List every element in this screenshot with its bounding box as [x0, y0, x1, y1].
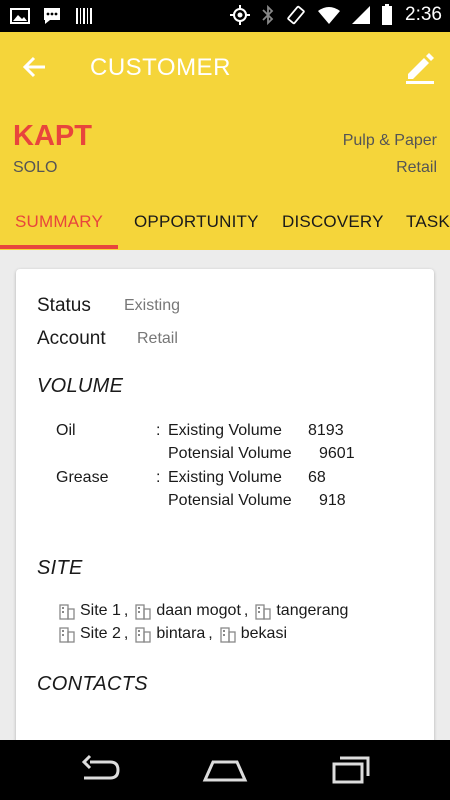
chat-icon [44, 8, 60, 24]
potential-volume-value: 918 [319, 492, 346, 509]
barcode-icon [76, 8, 92, 24]
rotate-icon [287, 5, 305, 25]
app-bar: CUSTOMER [0, 32, 450, 102]
customer-segment: Retail [396, 159, 437, 176]
volume-separator: : [156, 422, 161, 439]
volume-product: Oil [56, 422, 76, 439]
site-row[interactable]: Site 2, bintara, bekasi [58, 625, 287, 643]
battery-icon [382, 4, 393, 25]
status-value: Existing [124, 297, 181, 314]
building-icon [255, 604, 271, 620]
volume-product: Grease [56, 469, 109, 486]
signal-icon [352, 6, 371, 24]
existing-volume-label: Existing Volume [168, 469, 282, 486]
potential-volume-label: Potensial Volume [168, 492, 292, 509]
building-icon [220, 627, 236, 643]
site-name: Site 1 [80, 602, 121, 619]
summary-card: Status Existing Account Retail VOLUME Oi… [16, 269, 434, 740]
volume-separator: : [156, 469, 161, 486]
home-nav-icon[interactable] [201, 754, 249, 786]
existing-volume-value: 8193 [308, 422, 344, 439]
tab-summary[interactable]: SUMMARY [15, 212, 103, 232]
site-address: bintara [156, 625, 206, 642]
tab-opportunity[interactable]: OPPORTUNITY [134, 212, 259, 232]
page-title: CUSTOMER [90, 54, 231, 81]
site-city: tangerang [276, 602, 349, 619]
back-nav-icon[interactable] [76, 754, 124, 786]
contacts-section-title: CONTACTS [37, 673, 148, 695]
status-time: 2:36 [405, 4, 442, 25]
existing-volume-value: 68 [308, 469, 326, 486]
image-icon [10, 8, 30, 24]
recents-nav-icon[interactable] [328, 754, 376, 786]
site-city: bekasi [240, 625, 287, 642]
site-name: Site 2 [80, 625, 121, 642]
existing-volume-label: Existing Volume [168, 422, 282, 439]
potential-volume-value: 9601 [319, 445, 355, 462]
volume-section-title: VOLUME [37, 375, 124, 397]
gps-icon [230, 5, 251, 25]
status-label: Status [37, 295, 91, 316]
wifi-icon [318, 7, 341, 24]
tab-discovery[interactable]: DISCOVERY [282, 212, 384, 232]
account-value: Retail [137, 330, 178, 347]
bluetooth-icon [262, 4, 274, 26]
building-icon [59, 604, 75, 620]
back-arrow-icon[interactable] [20, 52, 50, 82]
edit-pencil-icon[interactable] [402, 50, 436, 84]
summary-content[interactable]: Status Existing Account Retail VOLUME Oi… [0, 250, 450, 740]
site-address: daan mogot [156, 602, 241, 619]
customer-city: SOLO [13, 159, 58, 176]
customer-industry: Pulp & Paper [342, 132, 437, 149]
navigation-bar [0, 740, 450, 800]
status-bar: 2:36 [0, 0, 450, 32]
site-row[interactable]: Site 1, daan mogot, tangerang [58, 602, 348, 620]
account-label: Account [37, 328, 106, 349]
potential-volume-label: Potensial Volume [168, 445, 292, 462]
building-icon [135, 627, 152, 643]
building-icon [59, 627, 75, 643]
site-section-title: SITE [37, 557, 83, 579]
building-icon [135, 604, 152, 620]
customer-name: KAPT [13, 120, 92, 152]
tab-task[interactable]: TASK [406, 212, 450, 232]
